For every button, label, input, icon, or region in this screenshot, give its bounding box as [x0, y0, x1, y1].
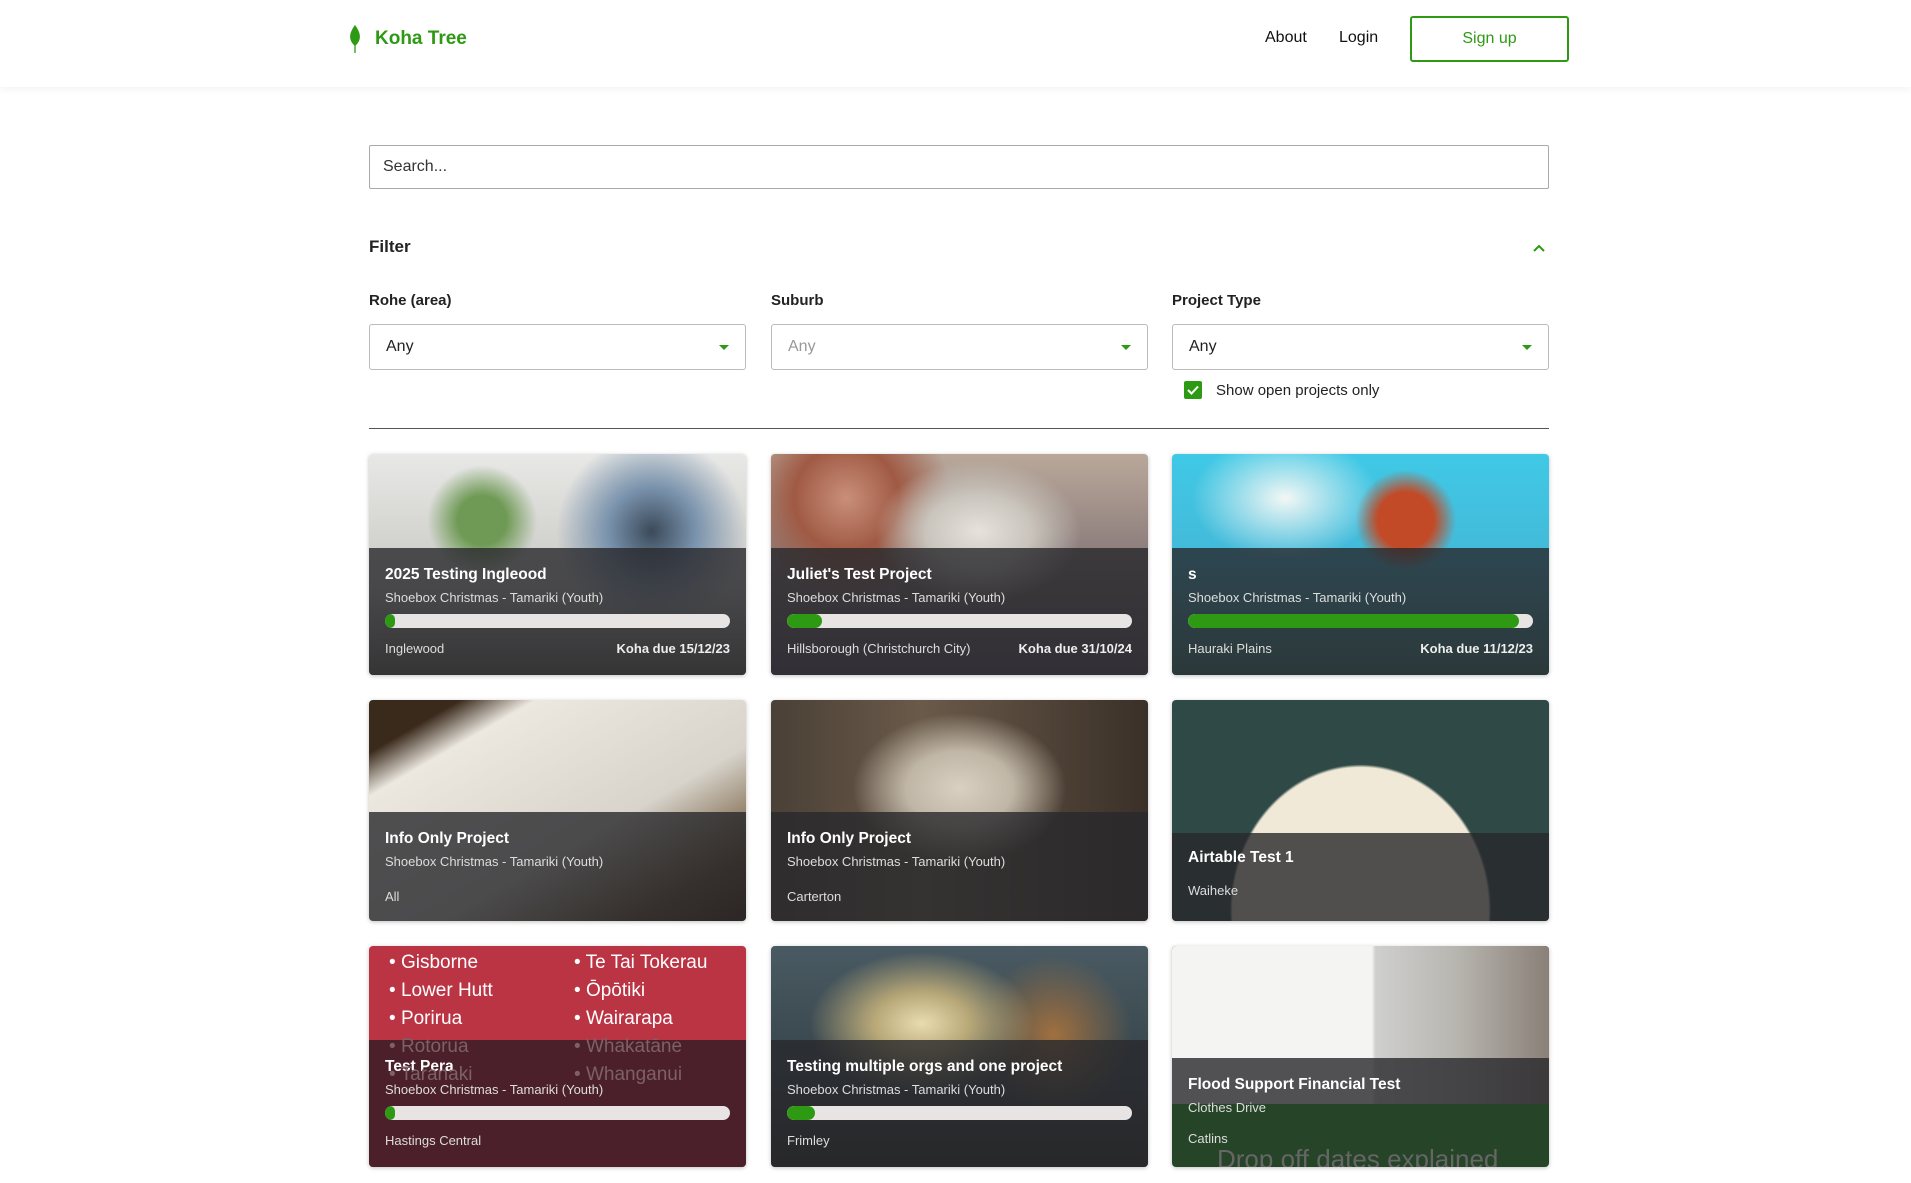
card-location: Hillsborough (Christchurch City)	[787, 641, 971, 656]
card-type: Shoebox Christmas - Tamariki (Youth)	[1188, 590, 1407, 605]
progress-fill	[1188, 614, 1520, 628]
progress-fill	[385, 614, 396, 628]
progress-bar	[787, 1106, 1132, 1120]
chevron-up-icon[interactable]	[1529, 238, 1549, 258]
progress-bar	[385, 614, 730, 628]
card-title: Testing multiple orgs and one project	[787, 1058, 1063, 1075]
card-location: Catlins	[1188, 1131, 1228, 1146]
card-overlay: Testing multiple orgs and one project Sh…	[771, 1040, 1148, 1167]
card-type: Shoebox Christmas - Tamariki (Youth)	[787, 590, 1006, 605]
search-input[interactable]	[369, 145, 1549, 189]
region-item: Te Tai Tokerau	[574, 951, 734, 975]
divider	[369, 428, 1549, 429]
rohe-select[interactable]: Any	[369, 324, 746, 370]
project-type-label: Project Type	[1172, 292, 1261, 309]
region-item: Gisborne	[389, 951, 574, 975]
brand-logo[interactable]: Koha Tree	[347, 24, 467, 54]
card-title: Airtable Test 1	[1188, 849, 1294, 866]
caret-down-icon	[719, 344, 729, 350]
rohe-label: Rohe (area)	[369, 292, 452, 309]
card-location: Hauraki Plains	[1188, 641, 1272, 656]
card-type: Shoebox Christmas - Tamariki (Youth)	[787, 1082, 1006, 1097]
region-item: Lower Hutt	[389, 979, 574, 1003]
rohe-value: Any	[386, 338, 414, 355]
card-type: Clothes Drive	[1188, 1100, 1267, 1115]
nav-login[interactable]: Login	[1339, 29, 1378, 47]
checkbox[interactable]	[1184, 381, 1202, 399]
card-location: All	[385, 889, 400, 904]
card-location: Inglewood	[385, 641, 445, 656]
card-type: Shoebox Christmas - Tamariki (Youth)	[787, 854, 1006, 869]
progress-bar	[1188, 614, 1533, 628]
project-card[interactable]: Info Only Project Shoebox Christmas - Ta…	[369, 700, 746, 921]
card-overlay: Info Only Project Shoebox Christmas - Ta…	[369, 812, 746, 921]
card-type: Shoebox Christmas - Tamariki (Youth)	[385, 590, 604, 605]
open-only-toggle[interactable]: Show open projects only	[1184, 381, 1379, 399]
card-text: Flood Support Financial Test Clothes Dri…	[1188, 1076, 1400, 1146]
card-due: Koha due 11/12/23	[1420, 641, 1533, 656]
brand-name: Koha Tree	[375, 28, 467, 49]
project-type-value: Any	[1189, 338, 1217, 355]
project-card[interactable]: 2025 Testing Ingleood Shoebox Christmas …	[369, 454, 746, 675]
suburb-select[interactable]: Any	[771, 324, 1148, 370]
card-due: Koha due 31/10/24	[1018, 641, 1132, 656]
leaf-icon	[350, 25, 360, 53]
project-card[interactable]: Juliet's Test Project Shoebox Christmas …	[771, 454, 1148, 675]
card-type: Shoebox Christmas - Tamariki (Youth)	[385, 1082, 604, 1097]
progress-fill	[385, 1106, 396, 1120]
progress-bar	[787, 614, 1132, 628]
region-item: Ōpōtiki	[574, 979, 734, 1003]
card-title: Info Only Project	[787, 830, 912, 847]
card-overlay: Juliet's Test Project Shoebox Christmas …	[771, 548, 1148, 675]
card-overlay: Info Only Project Shoebox Christmas - Ta…	[771, 812, 1148, 921]
suburb-value: Any	[788, 338, 816, 355]
project-card[interactable]: Drop off dates explained Flood Support F…	[1172, 946, 1549, 1167]
card-image-text: Drop off dates explained	[1217, 1144, 1499, 1167]
card-title: Flood Support Financial Test	[1188, 1076, 1401, 1093]
card-due: Koha due 15/12/23	[616, 641, 730, 656]
progress-fill	[787, 614, 822, 628]
project-card[interactable]: Test Pera Shoebox Christmas - Tamariki (…	[369, 946, 746, 1167]
card-type: Shoebox Christmas - Tamariki (Youth)	[385, 854, 604, 869]
signup-button[interactable]: Sign up	[1410, 16, 1569, 62]
card-title: Juliet's Test Project	[787, 566, 932, 583]
card-title: 2025 Testing Ingleood	[385, 566, 547, 583]
open-only-label: Show open projects only	[1216, 381, 1380, 399]
card-overlay: Airtable Test 1 Waiheke	[1172, 833, 1549, 921]
caret-down-icon	[1522, 344, 1532, 350]
card-location: Hastings Central	[385, 1133, 482, 1148]
progress-bar	[385, 1106, 730, 1120]
region-item: Wairarapa	[574, 1007, 734, 1031]
card-overlay: Test Pera Shoebox Christmas - Tamariki (…	[369, 1040, 746, 1167]
top-nav: Koha Tree About Login Sign up	[0, 0, 1911, 87]
progress-fill	[787, 1106, 815, 1120]
card-location: Carterton	[787, 889, 842, 904]
check-icon	[1187, 385, 1199, 395]
filter-heading: Filter	[369, 237, 411, 256]
project-card[interactable]: Testing multiple orgs and one project Sh…	[771, 946, 1148, 1167]
card-location: Waiheke	[1188, 883, 1239, 898]
card-overlay: 2025 Testing Ingleood Shoebox Christmas …	[369, 548, 746, 675]
caret-down-icon	[1121, 344, 1131, 350]
project-card[interactable]: Info Only Project Shoebox Christmas - Ta…	[771, 700, 1148, 921]
project-card[interactable]: Airtable Test 1 Waiheke	[1172, 700, 1549, 921]
nav-about[interactable]: About	[1265, 29, 1307, 47]
card-location: Frimley	[787, 1133, 830, 1148]
card-title: Test Pera	[385, 1058, 454, 1075]
card-title: Info Only Project	[385, 830, 510, 847]
card-overlay: s Shoebox Christmas - Tamariki (Youth) H…	[1172, 548, 1549, 675]
project-card[interactable]: s Shoebox Christmas - Tamariki (Youth) H…	[1172, 454, 1549, 675]
suburb-label: Suburb	[771, 292, 824, 309]
region-item: Porirua	[389, 1007, 574, 1031]
project-type-select[interactable]: Any	[1172, 324, 1549, 370]
card-title: s	[1188, 566, 1197, 583]
